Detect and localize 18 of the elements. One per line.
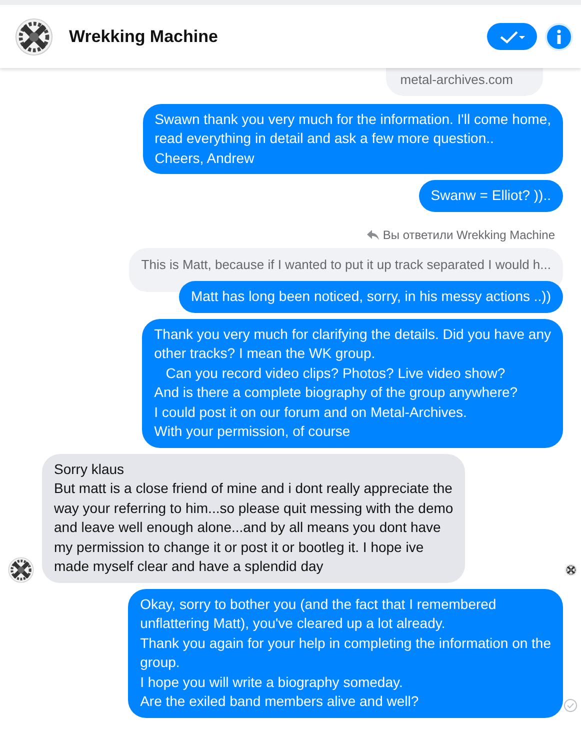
avatar-icon [8,556,34,582]
sent-message: Matt has long been noticed, sorry, in his messy actions ..)) [178,281,563,312]
received-message: Sorry klaus But matt is a close friend of mine and i dont really appreciate the way your referring to him...so please quit messing with the demo and leave well enough alone...and by all means you dont have my permission to change it or post it or bootleg it. I hope ive made myself clear and have a splendid day [42,454,466,582]
sent-message: Swawn thank you very much for the information. I'll come home, read everything in detail and ask a few more question.. Cheers, Andrew [142,104,563,174]
sent-message: Swanw = Elliot? )).. [418,180,563,212]
reply-note: Вы ответили Wrekking Machine [382,226,555,244]
delivered-icon [564,698,577,712]
info-button[interactable] [545,22,573,50]
reply-icon [366,230,379,240]
sent-message: Thank you very much for clarifying the details. Did you have any other tracks? I mean the WK group. Can you record video clips? Photos? Live video show? And is there a complete biography of the group anywhere? I could post it on our forum and on Metal-Archives. With your permission, of course [142,318,563,448]
quoted-message: metal-archives.com [386,66,543,96]
checkmark-icon [499,30,525,44]
read-receipt-icon [565,564,577,576]
contact-name: Wrekking Machine [69,26,218,48]
status-dropdown-button[interactable] [487,23,537,50]
sent-message: Okay, sorry to bother you (and the fact that I remembered unflattering Matt), you've cleared up a lot already. Thank you again for your help in completing the information on the group. I hope you will write a biography someday. Are the exiled band members alive and well? [128,588,563,718]
info-icon [547,24,571,48]
avatar-icon [15,18,53,56]
